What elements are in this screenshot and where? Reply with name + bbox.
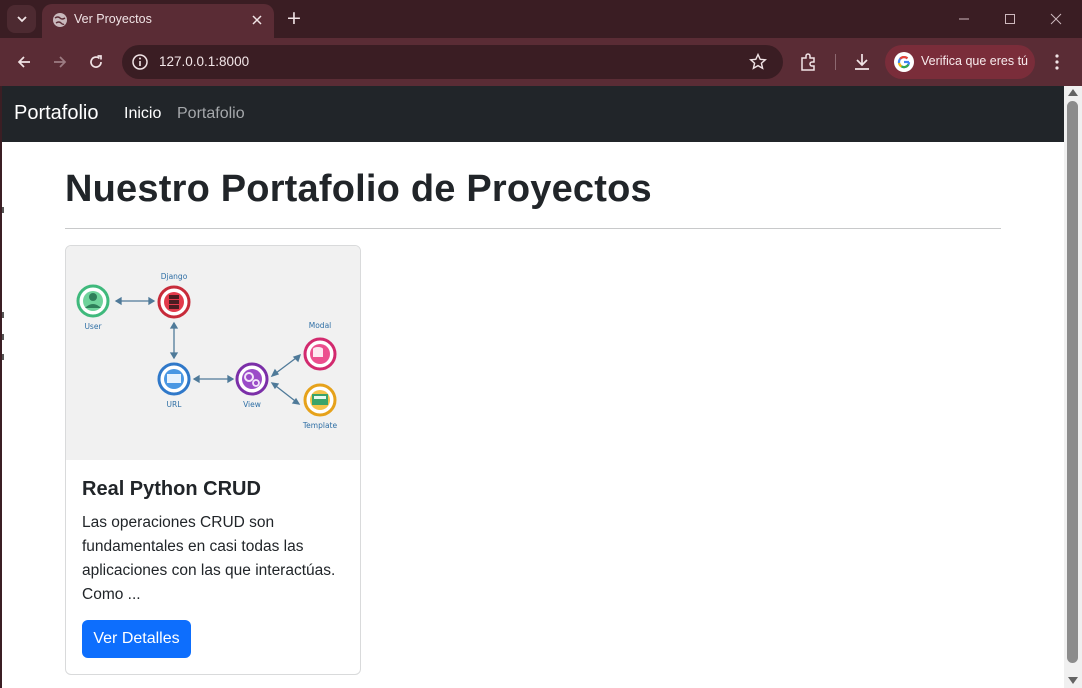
page-edge-fragment: [2, 207, 4, 213]
reload-icon: [90, 55, 102, 68]
page-viewport: Portafolio Inicio Portafolio Nuestro Por…: [2, 86, 1064, 688]
tab-search-button[interactable]: [7, 5, 36, 33]
tab-close-button[interactable]: [248, 11, 266, 29]
page-edge-fragment: [2, 354, 4, 360]
navbar-brand[interactable]: Portafolio: [14, 102, 99, 125]
scroll-up-arrow-icon[interactable]: [1068, 89, 1078, 96]
forward-button[interactable]: [48, 50, 72, 74]
close-icon: [1050, 13, 1062, 25]
globe-icon: [53, 13, 67, 27]
back-button[interactable]: [12, 50, 36, 74]
arrow-right-icon: [54, 56, 67, 68]
minimize-button[interactable]: [953, 8, 975, 30]
tab-title: Ver Proyectos: [74, 12, 152, 26]
node-label-modal: Modal: [309, 321, 332, 330]
profile-verify-chip[interactable]: Verifica que eres tú: [885, 45, 1035, 79]
ver-detalles-button[interactable]: Ver Detalles: [82, 620, 191, 658]
google-logo-icon: [894, 52, 914, 72]
more-menu-icon[interactable]: [1047, 51, 1067, 73]
node-label-view: View: [243, 400, 261, 409]
nav-link-inicio[interactable]: Inicio: [124, 105, 161, 123]
new-tab-button[interactable]: +: [283, 7, 305, 29]
minimize-icon: [959, 18, 969, 20]
extensions-icon[interactable]: [798, 51, 820, 73]
nav-link-portafolio[interactable]: Portafolio: [177, 105, 245, 123]
project-card: User Django URL View Modal Template Real…: [65, 245, 361, 675]
browser-toolbar: 127.0.0.1:8000 Verifica que eres tú: [0, 38, 1082, 86]
card-title: Real Python CRUD: [82, 478, 261, 500]
site-info-icon[interactable]: [130, 52, 150, 72]
page-edge-fragment: [2, 312, 4, 318]
scroll-down-arrow-icon[interactable]: [1068, 677, 1078, 684]
arrow-left-icon: [17, 56, 30, 68]
project-image: User Django URL View Modal Template: [66, 246, 360, 460]
chevron-down-icon: [16, 16, 27, 23]
star-icon[interactable]: [748, 52, 768, 72]
close-window-button[interactable]: [1045, 8, 1067, 30]
page-edge-fragment: [2, 334, 4, 340]
url-text[interactable]: 127.0.0.1:8000: [159, 54, 249, 69]
maximize-button[interactable]: [999, 8, 1021, 30]
close-icon: [252, 15, 262, 25]
scroll-thumb[interactable]: [1067, 101, 1078, 663]
active-tab[interactable]: Ver Proyectos: [42, 4, 274, 38]
browser-window: Ver Proyectos + 127.0.0.1:8000 Verifica …: [0, 0, 1082, 688]
toolbar-divider: [835, 54, 836, 70]
maximize-icon: [1005, 14, 1015, 24]
profile-label: Verifica que eres tú: [921, 54, 1029, 68]
node-label-template: Template: [302, 421, 338, 430]
django-architecture-diagram: User Django URL View Modal Template: [76, 272, 338, 430]
node-label-url: URL: [167, 400, 183, 409]
page-title: Nuestro Portafolio de Proyectos: [65, 168, 652, 210]
node-label-django: Django: [161, 272, 188, 281]
address-bar[interactable]: 127.0.0.1:8000: [122, 45, 783, 79]
download-icon[interactable]: [851, 51, 873, 73]
tab-strip: Ver Proyectos +: [0, 0, 1082, 38]
page-scrollbar[interactable]: [1064, 86, 1082, 688]
reload-button[interactable]: [84, 50, 108, 74]
card-description: Las operaciones CRUD son fundamentales e…: [82, 514, 336, 603]
site-navbar: Portafolio Inicio Portafolio: [2, 86, 1064, 142]
divider: [65, 228, 1001, 229]
node-label-user: User: [84, 322, 102, 331]
